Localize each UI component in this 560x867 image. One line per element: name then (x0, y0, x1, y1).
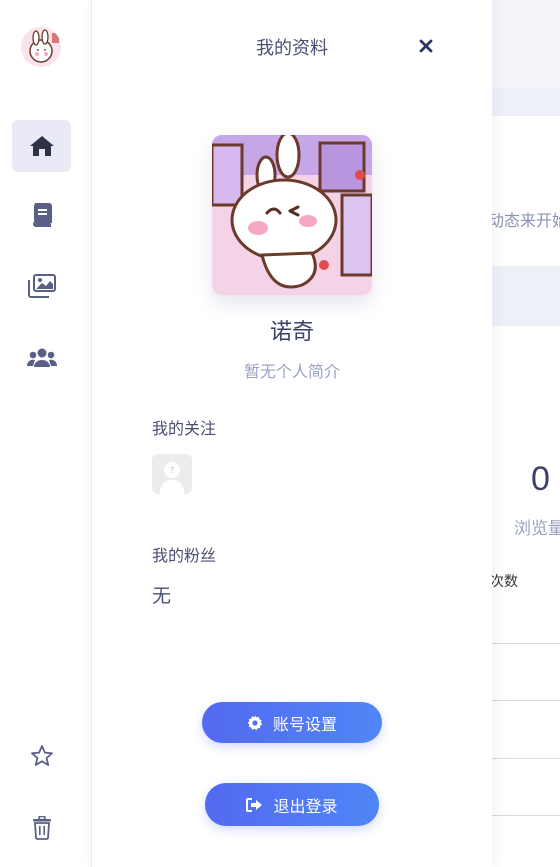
divider (492, 758, 560, 759)
logout-button[interactable]: 退出登录 (205, 783, 379, 826)
sidebar-item-gallery[interactable] (12, 260, 71, 312)
main-band (492, 88, 560, 116)
account-settings-label: 账号设置 (272, 716, 337, 734)
user-avatar[interactable] (21, 27, 61, 67)
sidebar-item-favorites[interactable] (12, 730, 71, 782)
gear-icon (247, 715, 263, 730)
following-label: 我的关注 (152, 421, 217, 438)
avatar-image (212, 135, 372, 295)
sidebar-item-notes[interactable] (12, 189, 71, 241)
home-icon (29, 136, 54, 156)
profile-bio: 暂无个人简介 (243, 364, 340, 381)
views-label: 浏览量 (514, 519, 560, 538)
sidebar-rail (0, 0, 92, 867)
close-icon (419, 39, 433, 53)
logout-label: 退出登录 (273, 798, 338, 816)
main-card-top (492, 116, 560, 266)
views-count: 0 (531, 460, 550, 498)
trash-icon (32, 816, 51, 840)
book-icon (32, 203, 52, 227)
times-label: 次数 (490, 573, 518, 589)
profile-avatar[interactable] (212, 135, 372, 295)
profile-name: 诺奇 (269, 319, 314, 344)
divider (492, 815, 560, 816)
profile-drawer: 我的资料 诺奇 暂无个人简介 我的关注 ? 我的粉丝 无 账号设置 退出登录 (92, 0, 492, 867)
sidebar-item-home[interactable] (12, 120, 71, 172)
images-icon (27, 274, 56, 298)
account-settings-button[interactable]: 账号设置 (202, 702, 382, 743)
dynamic-hint-text: 动态来开始 (488, 213, 560, 230)
fans-empty-text: 无 (152, 586, 172, 607)
svg-text:?: ? (170, 466, 174, 475)
fans-label: 我的粉丝 (152, 548, 217, 565)
divider (492, 643, 560, 644)
sidebar-item-friends[interactable] (12, 332, 71, 384)
sidebar-item-trash[interactable] (12, 802, 71, 854)
main-band-2 (492, 266, 560, 326)
divider (492, 700, 560, 701)
close-button[interactable] (417, 37, 435, 55)
following-user-avatar[interactable]: ? (152, 454, 192, 494)
sign-out-icon (246, 797, 263, 812)
main-card-stats (492, 326, 560, 867)
avatar-image (21, 27, 61, 67)
star-icon (30, 745, 53, 766)
users-icon (26, 348, 57, 367)
default-avatar-icon: ? (152, 454, 192, 494)
